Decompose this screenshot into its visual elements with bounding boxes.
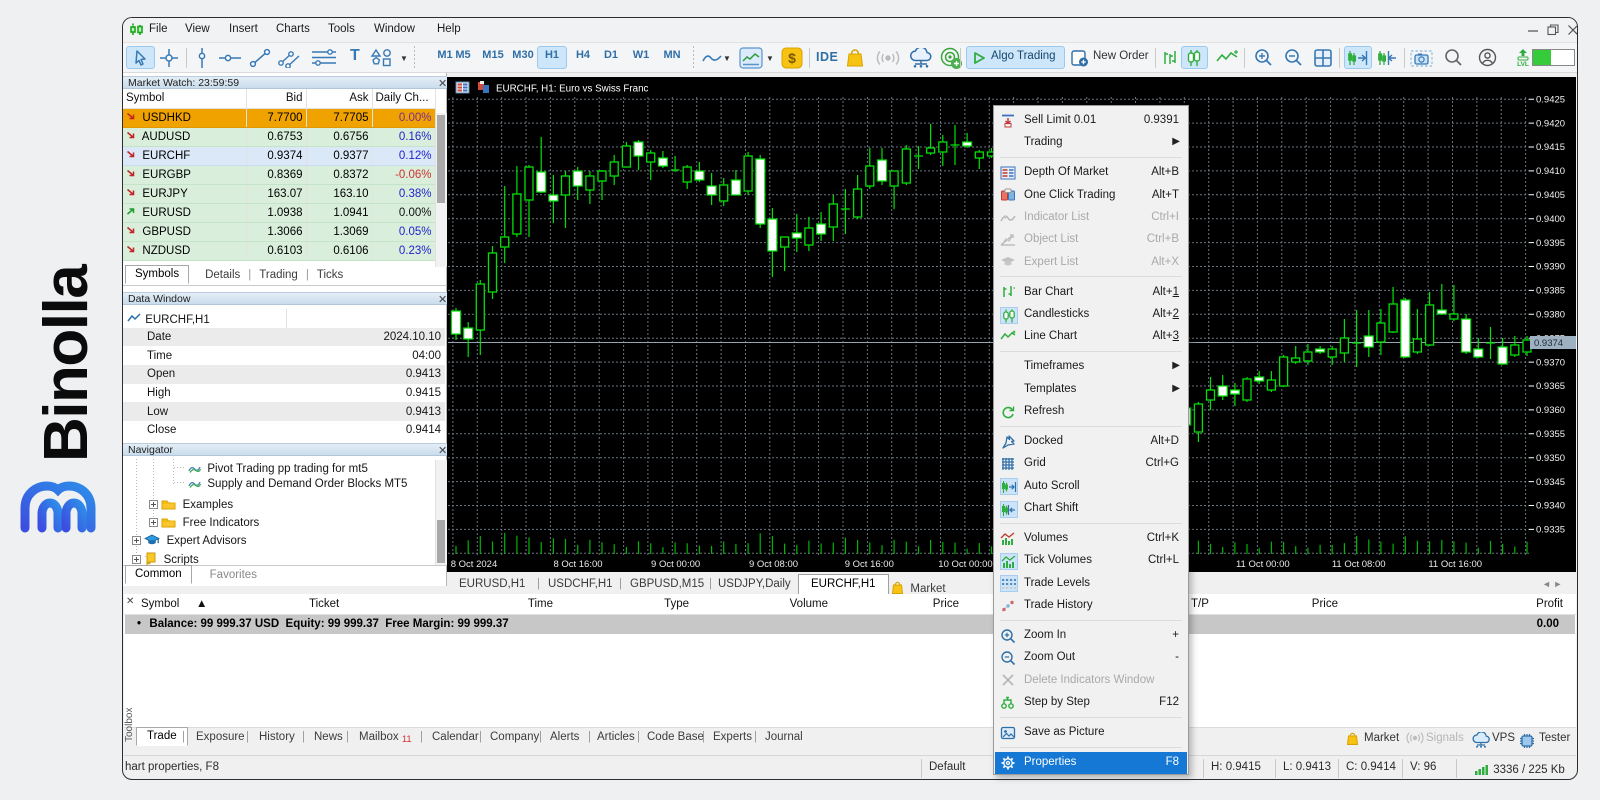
svg-text:0.9380: 0.9380 (1536, 310, 1565, 321)
svg-text:11 Oct 08:00: 11 Oct 08:00 (1332, 559, 1386, 570)
svg-text:LVL: LVL (1517, 61, 1529, 67)
svg-text:0.9420: 0.9420 (1536, 118, 1565, 129)
svg-text:9 Oct 08:00: 9 Oct 08:00 (749, 559, 798, 570)
svg-text:0.9385: 0.9385 (1536, 286, 1565, 297)
svg-text:0.9390: 0.9390 (1536, 262, 1565, 273)
svg-text:0.9340: 0.9340 (1536, 501, 1565, 512)
svg-text:0.9374: 0.9374 (1534, 338, 1563, 349)
svg-text:0.9355: 0.9355 (1536, 429, 1565, 440)
svg-text:0.9365: 0.9365 (1536, 381, 1565, 392)
svg-text:0.9410: 0.9410 (1536, 166, 1565, 177)
svg-text:0.9415: 0.9415 (1536, 142, 1565, 153)
svg-text:9 Oct 16:00: 9 Oct 16:00 (845, 559, 894, 570)
svg-text:0.9360: 0.9360 (1536, 405, 1565, 416)
svg-text:0.9405: 0.9405 (1536, 190, 1565, 201)
svg-text:11 Oct 00:00: 11 Oct 00:00 (1236, 559, 1290, 570)
svg-text:8 Oct 16:00: 8 Oct 16:00 (553, 559, 602, 570)
svg-text:0.9350: 0.9350 (1536, 453, 1565, 464)
svg-text:0.9335: 0.9335 (1536, 525, 1565, 536)
svg-text:11 Oct 16:00: 11 Oct 16:00 (1428, 559, 1482, 570)
svg-text:$: $ (788, 50, 796, 66)
svg-text:EURCHF, H1: Euro vs Swiss Fra: EURCHF, H1: Euro vs Swiss Franc (496, 84, 649, 95)
svg-text:0.9400: 0.9400 (1536, 214, 1565, 225)
svg-text:8 Oct 2024: 8 Oct 2024 (451, 559, 497, 570)
svg-text:10 Oct 00:00: 10 Oct 00:00 (938, 559, 992, 570)
svg-text:0.9395: 0.9395 (1536, 238, 1565, 249)
svg-text:0.9370: 0.9370 (1536, 357, 1565, 368)
svg-text:0.9425: 0.9425 (1536, 94, 1565, 105)
svg-text:9 Oct 00:00: 9 Oct 00:00 (651, 559, 700, 570)
svg-text:0.9345: 0.9345 (1536, 477, 1565, 488)
